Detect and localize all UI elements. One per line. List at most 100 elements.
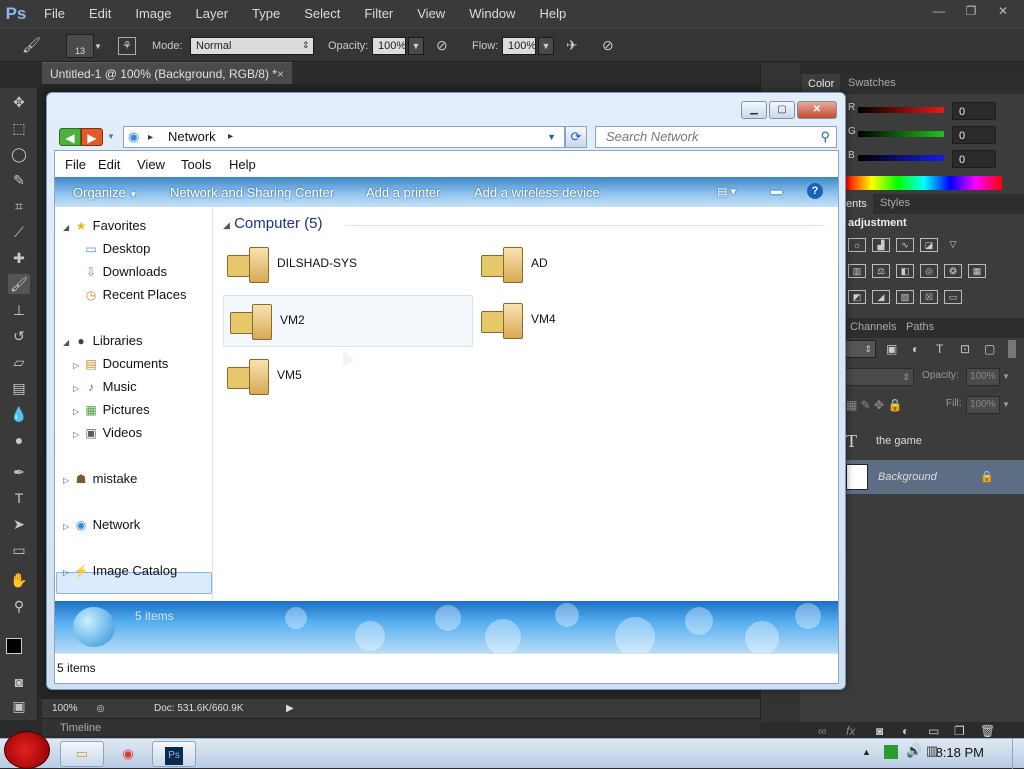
lasso-tool-icon[interactable]: ◯ (8, 144, 30, 164)
history-brush-icon[interactable]: ↺ (8, 326, 30, 346)
nav-favorites[interactable]: ◢ ★ Favorites (63, 215, 146, 237)
ps-document-tab[interactable]: Untitled-1 @ 100% (Background, RGB/8) * … (42, 62, 292, 84)
add-printer-button[interactable]: Add a printer (366, 185, 440, 200)
preview-pane-icon[interactable]: ▬ (771, 185, 782, 197)
start-button[interactable] (4, 731, 50, 769)
recent-pages-icon[interactable]: ▼ (107, 132, 115, 141)
crop-tool-icon[interactable]: ⌗ (8, 196, 30, 216)
link-layers-icon[interactable]: ∞ (818, 724, 827, 738)
computer-item[interactable]: VM4 (475, 295, 725, 347)
gradient-map-icon[interactable]: ☒ (920, 290, 938, 304)
threshold-icon[interactable]: ▨ (896, 290, 914, 304)
layer-row-background[interactable]: Background 🔒 (842, 460, 1024, 494)
filter-adjust-icon[interactable]: ◐ (912, 342, 919, 356)
ps-menu-help[interactable]: Help (527, 0, 578, 28)
black-white-icon[interactable]: ◧ (896, 264, 914, 278)
nav-mistake[interactable]: ▷ ☗ mistake (63, 468, 137, 490)
refresh-icon[interactable]: ⟳ (565, 126, 587, 148)
forward-arrow-icon[interactable]: ▶ (81, 128, 103, 146)
vibrance-icon[interactable]: ▽ (944, 238, 962, 252)
taskbar-clock[interactable]: 8:18 PM (936, 745, 984, 760)
explorer-menu-tools[interactable]: Tools (181, 157, 211, 172)
collapsed-arrow-icon[interactable]: ▷ (73, 378, 83, 400)
collapsed-arrow-icon[interactable]: ▷ (73, 355, 83, 377)
slider-green-track[interactable] (858, 131, 944, 137)
pressure-opacity-icon[interactable]: ⊘ (436, 37, 448, 54)
blur-tool-icon[interactable]: 💧 (8, 404, 30, 424)
adjustment-layer-icon[interactable]: ◐ (902, 724, 909, 738)
pen-tool-icon[interactable]: ✒ (8, 462, 30, 482)
zoom-tool-icon[interactable]: ⚲ (8, 596, 30, 616)
filter-type-icon[interactable]: T (936, 342, 943, 356)
path-select-icon[interactable]: ➤ (8, 514, 30, 534)
quick-select-icon[interactable]: ✎ (8, 170, 30, 190)
group-header[interactable]: ◢ Computer (5) (223, 215, 322, 232)
flow-dropdown-icon[interactable]: ▼ (538, 37, 554, 55)
expanded-arrow-icon[interactable]: ◢ (63, 332, 73, 354)
ps-restore-button[interactable]: ❐ (956, 2, 986, 20)
back-arrow-icon[interactable]: ◀ (59, 128, 81, 146)
slider-green[interactable]: G 0 (848, 126, 998, 146)
collapsed-arrow-icon[interactable]: ▷ (73, 401, 83, 423)
posterize-icon[interactable]: ◢ (872, 290, 890, 304)
brush-tool-icon[interactable]: 🖌 (22, 36, 41, 54)
add-wireless-device-button[interactable]: Add a wireless device (474, 185, 600, 200)
move-tool-icon[interactable]: ✥ (8, 92, 30, 112)
chevron-down-icon[interactable]: ▼ (1002, 368, 1016, 386)
ps-menu-edit[interactable]: Edit (77, 0, 123, 28)
search-icon[interactable]: ⚲ (820, 127, 830, 147)
slider-red-track[interactable] (858, 107, 944, 113)
photoshop-task-icon[interactable]: Ps (152, 741, 196, 767)
computer-item[interactable]: AD (475, 239, 725, 291)
nav-image-catalog[interactable]: ▷ ⚡ Image Catalog (63, 560, 177, 582)
type-tool-icon[interactable]: T (8, 488, 30, 508)
ps-menu-window[interactable]: Window (457, 0, 527, 28)
brush-panel-icon[interactable]: ⚘ (118, 37, 136, 55)
ps-menu-filter[interactable]: Filter (352, 0, 405, 28)
zoom-level[interactable]: 100% (52, 699, 78, 719)
healing-brush-icon[interactable]: ✚ (8, 248, 30, 268)
slider-red-value[interactable]: 0 (952, 102, 996, 120)
screen-mode-icon[interactable]: ▣ (8, 696, 30, 716)
volume-icon[interactable]: 🔊 (906, 743, 922, 759)
ps-menu-select[interactable]: Select (292, 0, 352, 28)
group-collapse-icon[interactable]: ◢ (223, 220, 230, 230)
fx-icon[interactable]: fx (846, 724, 855, 738)
organize-button[interactable]: Organize ▼ (73, 185, 137, 200)
explorer-menu-file[interactable]: File (65, 157, 86, 172)
ps-menu-file[interactable]: File (32, 0, 77, 28)
clone-stamp-icon[interactable]: ⊥ (8, 300, 30, 320)
gradient-tool-icon[interactable]: ▤ (8, 378, 30, 398)
slider-blue[interactable]: B 0 (848, 150, 998, 170)
mode-select[interactable]: Normal (190, 37, 314, 55)
photo-filter-icon[interactable]: ◎ (920, 264, 938, 278)
slider-green-value[interactable]: 0 (952, 126, 996, 144)
pressure-size-icon[interactable]: ⊘ (602, 37, 614, 54)
ps-menu-type[interactable]: Type (240, 0, 292, 28)
selective-color-icon[interactable]: ▭ (944, 290, 962, 304)
hand-tool-icon[interactable]: ✋ (8, 570, 30, 590)
explorer-menu-edit[interactable]: Edit (98, 157, 120, 172)
curves-icon[interactable]: ∿ (896, 238, 914, 252)
slider-blue-track[interactable] (858, 155, 944, 161)
address-bar[interactable]: ◉ ▸ Network ▸ ▼ (123, 126, 565, 148)
chevron-down-icon[interactable]: ▼ (1002, 396, 1016, 414)
quick-mask-icon[interactable]: ◙ (8, 672, 30, 692)
ps-menu-image[interactable]: Image (123, 0, 183, 28)
filter-toggle[interactable] (1008, 340, 1016, 358)
color-balance-icon[interactable]: ⚖ (872, 264, 890, 278)
nav-pictures[interactable]: ▷ ▦ Pictures (73, 399, 150, 421)
collapsed-arrow-icon[interactable]: ▷ (73, 424, 83, 446)
slider-blue-value[interactable]: 0 (952, 150, 996, 168)
share-icon[interactable]: ⊚ (96, 699, 105, 719)
ps-close-button[interactable]: ✕ (988, 2, 1018, 20)
shape-tool-icon[interactable]: ▭ (8, 540, 30, 560)
hue-sat-icon[interactable]: ▥ (848, 264, 866, 278)
nav-music[interactable]: ▷ ♪ Music (73, 376, 137, 398)
opacity-dropdown-icon[interactable]: ▼ (408, 37, 424, 55)
tab-channels[interactable]: Channels (850, 321, 896, 333)
new-group-icon[interactable]: ▭ (928, 724, 939, 738)
maximize-button[interactable]: ▢ (769, 101, 795, 119)
computer-item[interactable]: DILSHAD-SYS (221, 239, 471, 291)
tray-expand-icon[interactable]: ▲ (862, 747, 871, 757)
